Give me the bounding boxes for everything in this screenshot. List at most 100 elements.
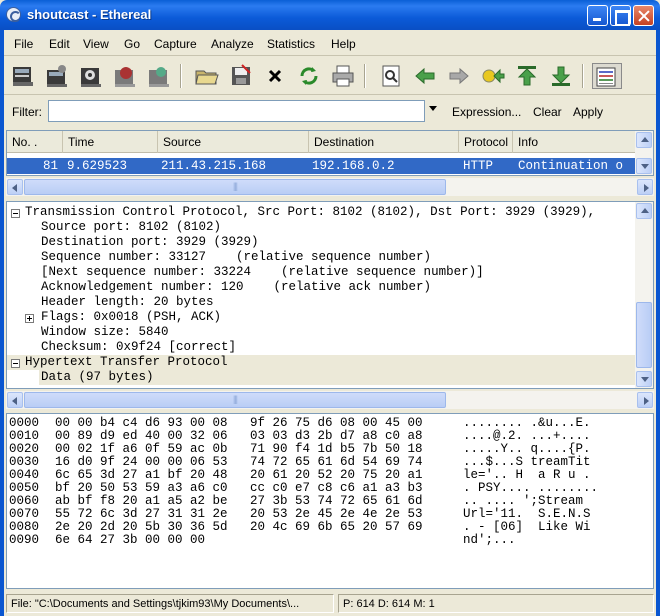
scrollbar-thumb[interactable] [636,302,652,368]
capture-restart-icon[interactable] [146,63,172,89]
scroll-right-icon[interactable] [637,179,653,195]
tree-item[interactable]: Window size: 5840 [41,325,169,339]
tree-item[interactable]: Checksum: 0x9f24 [correct] [41,340,236,354]
tcp-tree-header[interactable]: Transmission Control Protocol, Src Port:… [25,205,595,219]
tree-item[interactable]: Sequence number: 33127 (relative sequenc… [41,250,431,264]
interface-list-icon[interactable] [10,63,36,89]
hex-bytes[interactable]: 2e 20 2d 20 5b 30 36 5d 20 4c 69 6b 65 2… [55,520,423,534]
go-back-icon[interactable] [412,63,438,89]
close-file-icon[interactable] [262,63,288,89]
hex-bytes[interactable]: 00 02 1f a6 0f 59 ac 0b 71 90 f4 1d b5 7… [55,442,423,456]
capture-stop-icon[interactable] [112,63,138,89]
hex-bytes[interactable]: 00 00 b4 c4 d6 93 00 08 9f 26 75 d6 08 0… [55,416,423,430]
table-row-selected[interactable]: 81 9.629523 211.43.215.168 192.168.0.2 H… [7,158,635,174]
details-vscrollbar[interactable] [635,202,653,388]
scroll-down-icon[interactable] [636,371,652,387]
menu-statistics[interactable]: Statistics [267,37,315,51]
column-header-protocol[interactable]: Protocol [459,131,513,153]
packet-list-vscrollbar[interactable] [635,131,653,175]
hex-ascii[interactable]: .....Y.. q....{P. [463,442,591,456]
filter-dropdown-icon[interactable] [429,106,437,111]
filter-input[interactable] [48,100,425,122]
column-header-destination[interactable]: Destination [309,131,459,153]
hex-ascii[interactable]: ...$...S treamTit [463,455,591,469]
collapse-icon[interactable] [11,209,20,218]
http-tree-header[interactable]: Hypertext Transfer Protocol [25,355,228,369]
hex-ascii[interactable]: . PSY.... ........ [463,481,598,495]
hex-offset[interactable]: 0000 [9,416,39,430]
hex-offset[interactable]: 0060 [9,494,39,508]
scroll-right-icon[interactable] [637,392,653,408]
expression-button[interactable]: Expression... [452,105,521,119]
scrollbar-thumb[interactable] [24,392,446,408]
details-hscrollbar[interactable] [6,391,654,409]
hex-ascii[interactable]: le='.. H a R u . [463,468,591,482]
scroll-up-icon[interactable] [636,203,652,219]
apply-button[interactable]: Apply [573,105,603,119]
column-header-source[interactable]: Source [158,131,309,153]
hex-bytes[interactable]: 6e 64 27 3b 00 00 00 [55,533,205,547]
hex-bytes[interactable]: bf 20 50 53 59 a3 a6 c0 cc c0 e7 c8 c6 a… [55,481,423,495]
column-header-info[interactable]: Info [513,131,635,153]
hex-bytes[interactable]: 6c 65 3d 27 a1 bf 20 48 20 61 20 52 20 7… [55,468,423,482]
hex-bytes[interactable]: 16 d0 9f 24 00 00 06 53 74 72 65 61 6d 5… [55,455,423,469]
colorize-icon[interactable] [592,63,622,89]
open-file-icon[interactable] [194,63,220,89]
tree-item[interactable]: Header length: 20 bytes [41,295,214,309]
hex-offset[interactable]: 0070 [9,507,39,521]
menu-file[interactable]: File [14,37,33,51]
scroll-down-icon[interactable] [636,158,652,174]
column-header-time[interactable]: Time [63,131,158,153]
hex-offset[interactable]: 0040 [9,468,39,482]
menu-view[interactable]: View [83,37,109,51]
reload-icon[interactable] [296,63,322,89]
go-forward-icon[interactable] [446,63,472,89]
capture-start-icon[interactable] [78,63,104,89]
scroll-left-icon[interactable] [7,179,23,195]
collapse-icon[interactable] [11,359,20,368]
menu-capture[interactable]: Capture [154,37,197,51]
hex-bytes[interactable]: 00 89 d9 ed 40 00 32 06 03 03 d3 2b d7 a… [55,429,423,443]
hex-ascii[interactable]: Url='11. S.E.N.S [463,507,591,521]
column-header-no[interactable]: No. . [7,131,63,153]
hex-offset[interactable]: 0080 [9,520,39,534]
go-first-icon[interactable] [514,63,540,89]
menu-go[interactable]: Go [124,37,140,51]
hex-ascii[interactable]: nd';... [463,533,516,547]
tree-item[interactable]: Acknowledgement number: 120 (relative ac… [41,280,431,294]
print-icon[interactable] [330,63,356,89]
capture-options-icon[interactable] [44,63,70,89]
tree-item[interactable]: [Next sequence number: 33224 (relative s… [41,265,484,279]
tree-item-flags[interactable]: Flags: 0x0018 (PSH, ACK) [41,310,221,324]
menu-help[interactable]: Help [331,37,356,51]
clear-button[interactable]: Clear [533,105,562,119]
menu-edit[interactable]: Edit [49,37,70,51]
hex-ascii[interactable]: . - [06] Like Wi [463,520,591,534]
maximize-button[interactable] [610,5,631,26]
go-last-icon[interactable] [548,63,574,89]
hex-ascii[interactable]: .. .... ';Stream [463,494,583,508]
tree-item-data[interactable]: Data (97 bytes) [41,370,154,384]
hex-offset[interactable]: 0010 [9,429,39,443]
expand-icon[interactable] [25,314,34,323]
hex-offset[interactable]: 0050 [9,481,39,495]
tree-item[interactable]: Source port: 8102 (8102) [41,220,221,234]
hex-bytes[interactable]: 55 72 6c 3d 27 31 31 2e 20 53 2e 45 2e 4… [55,507,423,521]
scroll-left-icon[interactable] [7,392,23,408]
tree-item[interactable]: Destination port: 3929 (3929) [41,235,259,249]
scrollbar-thumb[interactable] [24,179,446,195]
find-packet-icon[interactable] [378,63,404,89]
hex-offset[interactable]: 0090 [9,533,39,547]
go-to-packet-icon[interactable] [480,63,506,89]
hex-ascii[interactable]: ....@.2. ...+.... [463,429,591,443]
menu-analyze[interactable]: Analyze [211,37,254,51]
hex-bytes[interactable]: ab bf f8 20 a1 a5 a2 be 27 3b 53 74 72 6… [55,494,423,508]
hex-offset[interactable]: 0020 [9,442,39,456]
hex-offset[interactable]: 0030 [9,455,39,469]
minimize-button[interactable] [587,5,608,26]
close-button[interactable] [633,5,654,26]
save-file-icon[interactable] [228,63,254,89]
packet-list-hscrollbar[interactable] [6,178,654,196]
scroll-up-icon[interactable] [636,132,652,148]
hex-ascii[interactable]: ........ .&u...E. [463,416,591,430]
